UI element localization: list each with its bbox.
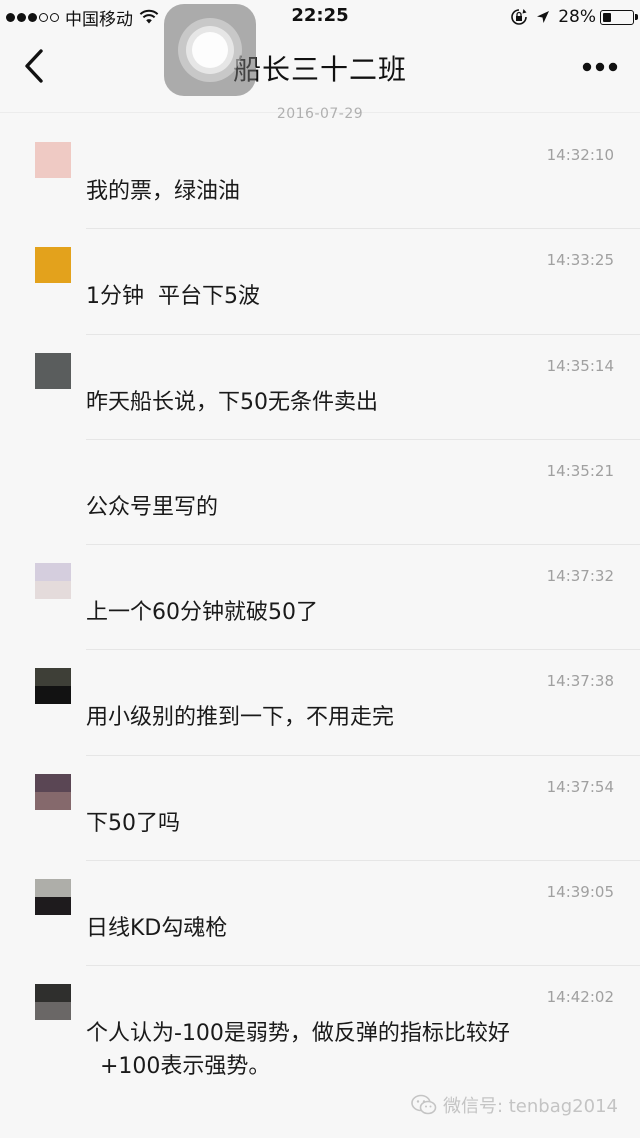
chat-title: 船长三十二班 xyxy=(232,53,407,86)
message-text: 个人认为-100是弱势，做反弹的指标比较好 +100表示强势。 xyxy=(86,1021,510,1080)
message-text: 用小级别的推到一下，不用走完 xyxy=(86,705,395,731)
sender-name-redacted xyxy=(106,243,186,271)
sender-name-redacted xyxy=(106,454,186,482)
sender-name-redacted xyxy=(106,875,186,903)
message-item[interactable]: 14:35:21 公众号里写的 xyxy=(0,440,640,546)
message-item[interactable]: 14:37:38 用小级别的推到一下，不用走完 xyxy=(0,650,640,756)
message-text: 昨天船长说，下50无条件卖出 xyxy=(86,389,378,415)
battery-level-fill xyxy=(603,12,611,22)
message-item[interactable]: 14:42:02 个人认为-100是弱势，做反弹的指标比较好 +100表示强势。 xyxy=(0,966,640,1079)
message-item[interactable]: 14:33:25 1分钟 平台下5波 xyxy=(0,229,640,335)
message-text: 上一个60分钟就破50了 xyxy=(86,600,318,626)
message-text: 日线KD勾魂枪 xyxy=(86,916,228,942)
wechat-logo-icon xyxy=(411,1094,437,1115)
message-time: 14:33:25 xyxy=(546,251,614,270)
message-item[interactable]: 14:37:32 上一个60分钟就破50了 xyxy=(0,545,640,651)
location-arrow-icon xyxy=(537,11,550,23)
sender-name-redacted xyxy=(106,138,186,166)
message-time: 14:32:10 xyxy=(546,146,614,164)
orientation-lock-icon xyxy=(511,9,528,25)
sender-name-redacted xyxy=(106,559,186,587)
avatar[interactable] xyxy=(35,668,71,705)
avatar[interactable] xyxy=(35,142,71,178)
avatar[interactable] xyxy=(35,879,71,916)
message-item[interactable]: 14:39:05 日线KD勾魂枪 xyxy=(0,861,640,967)
message-list: 14:32:10 我的票，绿油油 14:33:25 1分钟 平台下5波 14:35:14… xyxy=(0,124,640,1079)
message-item[interactable]: 14:32:10 我的票，绿油油 xyxy=(0,124,640,230)
message-text: 公众号里写的 xyxy=(86,494,219,520)
sender-name-redacted xyxy=(106,664,186,692)
message-time: 14:42:02 xyxy=(546,988,614,1007)
status-bar: 中国移动 22:25 28% xyxy=(0,0,640,34)
message-time: 14:37:32 xyxy=(546,567,614,586)
message-item[interactable]: 14:35:14 昨天船长说，下50无条件卖出 xyxy=(0,335,640,440)
avatar[interactable] xyxy=(35,563,71,600)
message-time: 14:35:14 xyxy=(546,356,614,375)
message-text: 我的票，绿油油 xyxy=(86,179,241,204)
battery-percent: 28% xyxy=(558,7,596,27)
avatar[interactable] xyxy=(35,352,71,389)
watermark: 微信号: tenbag2014 xyxy=(411,1092,618,1118)
message-time: 14:39:05 xyxy=(546,883,614,902)
message-time: 14:37:38 xyxy=(546,672,614,691)
message-time: 14:37:54 xyxy=(546,777,614,796)
message-text: 1分钟 平台下5波 xyxy=(86,284,260,310)
sender-name-redacted xyxy=(106,770,186,798)
more-button[interactable] xyxy=(578,52,622,82)
message-text: 下50了吗 xyxy=(86,810,180,836)
message-item[interactable]: 14:37:54 下50了吗 xyxy=(0,756,640,862)
avatar[interactable] xyxy=(35,457,71,494)
more-dots-icon xyxy=(582,62,618,72)
avatar[interactable] xyxy=(35,247,71,284)
assistive-touch-icon[interactable] xyxy=(164,4,256,96)
status-right: 28% xyxy=(510,6,638,28)
message-time: 14:35:21 xyxy=(546,461,614,480)
avatar[interactable] xyxy=(35,984,71,1021)
date-divider: 2016-07-29 xyxy=(276,106,364,122)
battery-icon xyxy=(600,9,638,25)
avatar[interactable] xyxy=(35,773,71,810)
sender-name-redacted xyxy=(106,980,186,1008)
sender-name-redacted xyxy=(106,349,186,377)
watermark-text: 微信号: tenbag2014 xyxy=(442,1096,618,1117)
nav-bar: 船长三十二班 xyxy=(0,34,640,100)
